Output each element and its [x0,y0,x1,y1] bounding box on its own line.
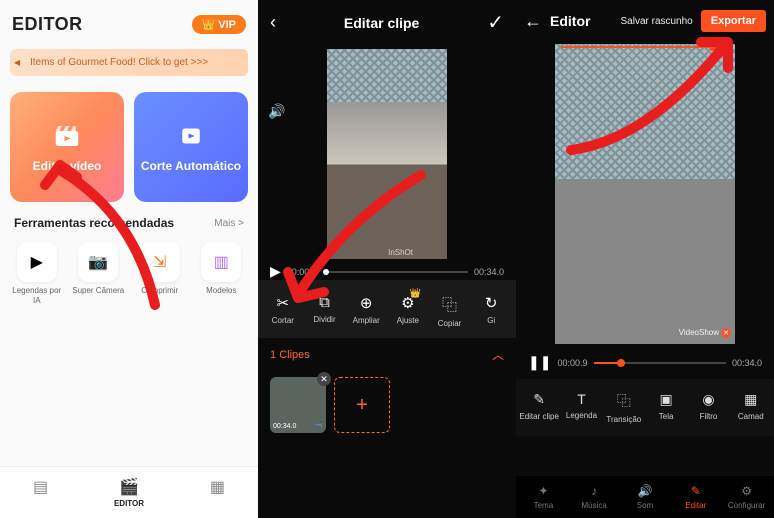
apps-icon: ▦ [210,477,225,497]
back-icon[interactable]: ‹ [270,12,276,33]
video-preview[interactable]: 100% VideoShow✕ [555,44,735,344]
tool-ai-captions[interactable]: ▶Legendas por IA [10,242,64,305]
nav-music[interactable]: ♪Música [573,484,615,510]
confirm-icon[interactable]: ✓ [487,10,504,35]
tool-copy[interactable]: ⿻Copiar [429,294,471,328]
tool-edit-clip[interactable]: ✎Editar clipe [518,391,560,424]
app-title: EDITOR [12,14,83,35]
screen-icon: ▣ [645,391,687,408]
edit-video-card[interactable]: Editar vídeo [10,92,124,202]
tool-zoom[interactable]: ⊕Ampliar [345,294,387,328]
seek-bar[interactable]: 100% [561,46,729,48]
tool-layers[interactable]: ▦Camad [730,391,772,424]
captions-icon: ▶ [17,242,57,282]
gear-icon: ⚙ [726,484,768,498]
grid-icon: ▤ [33,477,48,497]
clip-panel: ‹ Editar clipe ✓ 🔊 InShOt ▶ 00:00.0 00:3… [258,0,516,518]
adjust-icon: ⚙ [387,294,429,312]
close-icon[interactable]: ✕ [721,328,731,338]
nav-item-1[interactable]: ▤ [33,477,48,508]
tool-caption[interactable]: TLegenda [560,391,602,424]
promo-banner[interactable]: Items of Gourmet Food! Click to get >>> [10,49,248,76]
tool-split[interactable]: ⧉Dividir [304,294,346,328]
layers-icon: ▦ [730,391,772,408]
auto-cut-card[interactable]: Corte Automático [134,92,248,202]
text-icon: T [560,391,602,407]
chevron-up-icon[interactable]: ︿ [492,346,504,363]
time-end: 00:34.0 [732,358,762,368]
tool-screen[interactable]: ▣Tela [645,391,687,424]
tool-cut[interactable]: ✂Cortar [262,294,304,328]
tool-compress[interactable]: ⇲Comprimir [133,242,187,305]
sound-icon: 🔊 [624,484,666,498]
compress-icon: ⇲ [140,242,180,282]
tool-templates[interactable]: ▥Modelos [194,242,248,305]
zoom-icon: ⊕ [345,294,387,312]
editor-icon: 🎬 [114,477,144,497]
recommended-title: Ferramentas recomendadas [14,216,174,230]
rotate-icon: ↻ [470,294,512,312]
nav-item-editor[interactable]: 🎬EDITOR [114,477,144,508]
theme-icon: ✦ [522,484,564,498]
music-icon: ♪ [573,484,615,498]
filter-icon: ◉ [687,391,729,408]
home-panel: EDITOR 👑 VIP Items of Gourmet Food! Clic… [0,0,258,518]
vip-badge[interactable]: 👑 VIP [192,15,246,34]
more-link[interactable]: Mais > [214,218,244,229]
watermark[interactable]: VideoShow✕ [679,328,731,338]
watermark: InShOt [388,248,413,257]
editor-panel: ← Editor Salvar rascunho Exportar 100% V… [516,0,774,518]
nav-theme[interactable]: ✦Tema [522,484,564,510]
tool-filter[interactable]: ◉Filtro [687,391,729,424]
nav-edit[interactable]: ✎Editar [675,484,717,510]
progress-bar[interactable] [323,271,468,273]
editor-title: Editor [550,13,590,29]
time-start: 00:00.0 [287,267,317,277]
templates-icon: ▥ [201,242,241,282]
progress-bar[interactable] [594,362,726,364]
tool-super-camera[interactable]: 📷Super Câmera [71,242,125,305]
edit-nav-icon: ✎ [675,484,717,498]
time-end: 00:34.0 [474,267,504,277]
volume-icon[interactable]: 🔊 [268,103,285,120]
nav-config[interactable]: ⚙Configurar [726,484,768,510]
transition-icon: ⿻ [603,391,645,411]
split-icon: ⧉ [304,294,346,311]
video-preview[interactable]: InShOt [327,49,447,259]
clip-title: Editar clipe [344,15,419,31]
play-icon[interactable]: ▶ [270,263,281,280]
crown-icon: 👑 [409,288,420,299]
camera-icon: 📷 [78,242,118,282]
tool-transition[interactable]: ⿻Transição [603,391,645,424]
time-current: 00:00.9 [557,358,587,368]
nav-sound[interactable]: 🔊Som [624,484,666,510]
clapboard-icon [52,121,82,151]
export-button[interactable]: Exportar [701,10,766,32]
nav-item-3[interactable]: ▦ [210,477,225,508]
tool-rotate[interactable]: ↻Gi [470,294,512,328]
edit-icon: ✎ [518,391,560,408]
back-icon[interactable]: ← [524,11,542,32]
scissors-icon: ✂ [262,294,304,312]
clip-thumbnail[interactable]: 00:34.0📹 [270,377,326,433]
tool-adjust[interactable]: 👑⚙Ajuste [387,294,429,328]
pause-icon[interactable]: ❚❚ [528,354,551,371]
save-draft-button[interactable]: Salvar rascunho [620,16,692,27]
auto-cut-icon [176,121,206,151]
add-clip-button[interactable]: + [334,377,390,433]
copy-icon: ⿻ [429,294,471,315]
